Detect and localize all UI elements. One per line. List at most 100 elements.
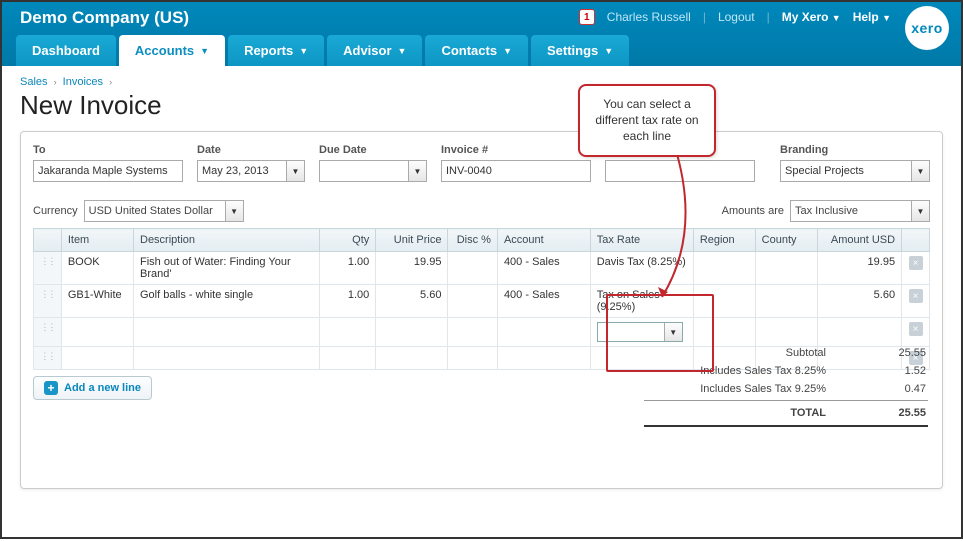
col-disc[interactable]: Disc % bbox=[448, 229, 497, 252]
total-label: TOTAL bbox=[646, 407, 826, 419]
separator: | bbox=[703, 10, 706, 24]
col-amount[interactable]: Amount USD bbox=[817, 229, 902, 252]
tab-contacts[interactable]: Contacts ▼ bbox=[425, 35, 528, 66]
chevron-down-icon[interactable]: ▼ bbox=[664, 323, 682, 341]
logout-link[interactable]: Logout bbox=[718, 10, 755, 24]
amounts-are-label: Amounts are bbox=[722, 205, 784, 217]
user-name-link[interactable]: Charles Russell bbox=[607, 10, 691, 24]
chevron-down-icon: ▼ bbox=[604, 46, 613, 56]
cell-amount: 19.95 bbox=[817, 252, 902, 285]
table-row[interactable]: ⋮⋮ GB1-White Golf balls - white single 1… bbox=[34, 285, 930, 318]
cell-account[interactable]: 400 - Sales bbox=[497, 252, 590, 285]
chevron-down-icon: ▼ bbox=[832, 13, 841, 23]
drag-handle-icon[interactable]: ⋮⋮ bbox=[34, 347, 62, 370]
subtotal-value: 25.55 bbox=[866, 347, 926, 359]
cell-disc[interactable] bbox=[448, 285, 497, 318]
add-line-button[interactable]: + Add a new line bbox=[33, 376, 152, 400]
col-tax-rate[interactable]: Tax Rate bbox=[590, 229, 693, 252]
tax1-value: 1.52 bbox=[866, 365, 926, 377]
chevron-down-icon[interactable]: ▼ bbox=[408, 161, 426, 181]
brand-logo: xero bbox=[905, 6, 949, 50]
cell-amount: 5.60 bbox=[817, 285, 902, 318]
total-value: 25.55 bbox=[866, 407, 926, 419]
chevron-down-icon[interactable]: ▼ bbox=[225, 201, 243, 221]
chevron-down-icon: ▼ bbox=[299, 46, 308, 56]
tax2-value: 0.47 bbox=[866, 383, 926, 395]
chevron-down-icon[interactable]: ▼ bbox=[286, 161, 304, 181]
chevron-down-icon[interactable]: ▼ bbox=[911, 161, 929, 181]
cell-tax-rate[interactable]: Davis Tax (8.25%) bbox=[590, 252, 693, 285]
cell-qty[interactable]: 1.00 bbox=[319, 285, 376, 318]
col-region[interactable]: Region bbox=[693, 229, 755, 252]
drag-handle-icon[interactable]: ⋮⋮ bbox=[34, 252, 62, 285]
cell-item[interactable] bbox=[61, 318, 133, 347]
delete-row-icon[interactable]: × bbox=[909, 256, 923, 270]
cell-qty[interactable]: 1.00 bbox=[319, 252, 376, 285]
cell-disc[interactable] bbox=[448, 252, 497, 285]
col-description[interactable]: Description bbox=[134, 229, 320, 252]
cell-item[interactable]: BOOK bbox=[61, 252, 133, 285]
drag-handle-icon[interactable]: ⋮⋮ bbox=[34, 285, 62, 318]
col-item[interactable]: Item bbox=[61, 229, 133, 252]
invoice-number-label: Invoice # bbox=[441, 144, 591, 156]
tax-rate-select[interactable]: ▼ bbox=[597, 322, 683, 342]
cell-county[interactable] bbox=[755, 252, 817, 285]
amounts-are-select[interactable]: Tax Inclusive▼ bbox=[790, 200, 930, 222]
header-form-row: To Jakaranda Maple Systems Date May 23, … bbox=[33, 144, 930, 182]
cell-county[interactable] bbox=[755, 285, 817, 318]
cell-unit-price[interactable]: 5.60 bbox=[376, 285, 448, 318]
cell-region[interactable] bbox=[693, 285, 755, 318]
tab-accounts[interactable]: Accounts ▼ bbox=[119, 35, 225, 66]
breadcrumb: Sales › Invoices › bbox=[20, 76, 943, 88]
chevron-down-icon: ▼ bbox=[503, 46, 512, 56]
date-input[interactable]: May 23, 2013▼ bbox=[197, 160, 305, 182]
currency-row: Currency USD United States Dollar▼ Amoun… bbox=[33, 200, 930, 222]
tab-settings[interactable]: Settings ▼ bbox=[531, 35, 629, 66]
delete-row-icon[interactable]: × bbox=[909, 289, 923, 303]
chevron-down-icon: ▼ bbox=[398, 46, 407, 56]
notification-badge[interactable]: 1 bbox=[579, 9, 595, 25]
annotation-callout: You can select a different tax rate on e… bbox=[578, 84, 716, 157]
table-row[interactable]: ⋮⋮ ▼ × bbox=[34, 318, 930, 347]
chevron-right-icon: › bbox=[54, 77, 57, 87]
reference-input[interactable] bbox=[605, 160, 755, 182]
cell-item[interactable]: GB1-White bbox=[61, 285, 133, 318]
help-menu[interactable]: Help ▼ bbox=[853, 10, 891, 24]
cell-account[interactable]: 400 - Sales bbox=[497, 285, 590, 318]
cell-description[interactable]: Fish out of Water: Finding Your Brand' bbox=[134, 252, 320, 285]
col-qty[interactable]: Qty bbox=[319, 229, 376, 252]
currency-select[interactable]: USD United States Dollar▼ bbox=[84, 200, 244, 222]
tab-dashboard[interactable]: Dashboard bbox=[16, 35, 116, 66]
drag-handle-icon[interactable]: ⋮⋮ bbox=[34, 318, 62, 347]
date-label: Date bbox=[197, 144, 305, 156]
delete-row-icon[interactable]: × bbox=[909, 322, 923, 336]
col-account[interactable]: Account bbox=[497, 229, 590, 252]
chevron-down-icon[interactable]: ▼ bbox=[911, 201, 929, 221]
cell-description[interactable]: Golf balls - white single bbox=[134, 285, 320, 318]
tab-advisor[interactable]: Advisor ▼ bbox=[327, 35, 422, 66]
top-bar: Demo Company (US) 1 Charles Russell | Lo… bbox=[2, 2, 961, 66]
col-county[interactable]: County bbox=[755, 229, 817, 252]
chevron-down-icon: ▼ bbox=[200, 46, 209, 56]
col-unit-price[interactable]: Unit Price bbox=[376, 229, 448, 252]
company-name: Demo Company (US) bbox=[20, 8, 189, 28]
to-input[interactable]: Jakaranda Maple Systems bbox=[33, 160, 183, 182]
to-label: To bbox=[33, 144, 183, 156]
cell-tax-rate[interactable]: Tax on Sales (9.25%) bbox=[590, 285, 693, 318]
invoice-number-input[interactable]: INV-0040 bbox=[441, 160, 591, 182]
due-date-input[interactable]: ▼ bbox=[319, 160, 427, 182]
chevron-right-icon: › bbox=[109, 77, 112, 87]
breadcrumb-sales[interactable]: Sales bbox=[20, 76, 48, 88]
due-date-label: Due Date bbox=[319, 144, 427, 156]
tab-reports[interactable]: Reports ▼ bbox=[228, 35, 324, 66]
my-xero-menu[interactable]: My Xero ▼ bbox=[782, 10, 841, 24]
branding-select[interactable]: Special Projects▼ bbox=[780, 160, 930, 182]
tax1-label: Includes Sales Tax 8.25% bbox=[646, 365, 826, 377]
chevron-down-icon: ▼ bbox=[882, 13, 891, 23]
table-row[interactable]: ⋮⋮ BOOK Fish out of Water: Finding Your … bbox=[34, 252, 930, 285]
cell-region[interactable] bbox=[693, 252, 755, 285]
breadcrumb-invoices[interactable]: Invoices bbox=[63, 76, 103, 88]
page-content: Sales › Invoices › New Invoice To Jakara… bbox=[2, 66, 961, 489]
user-menu: 1 Charles Russell | Logout | My Xero ▼ H… bbox=[579, 9, 891, 25]
cell-unit-price[interactable]: 19.95 bbox=[376, 252, 448, 285]
